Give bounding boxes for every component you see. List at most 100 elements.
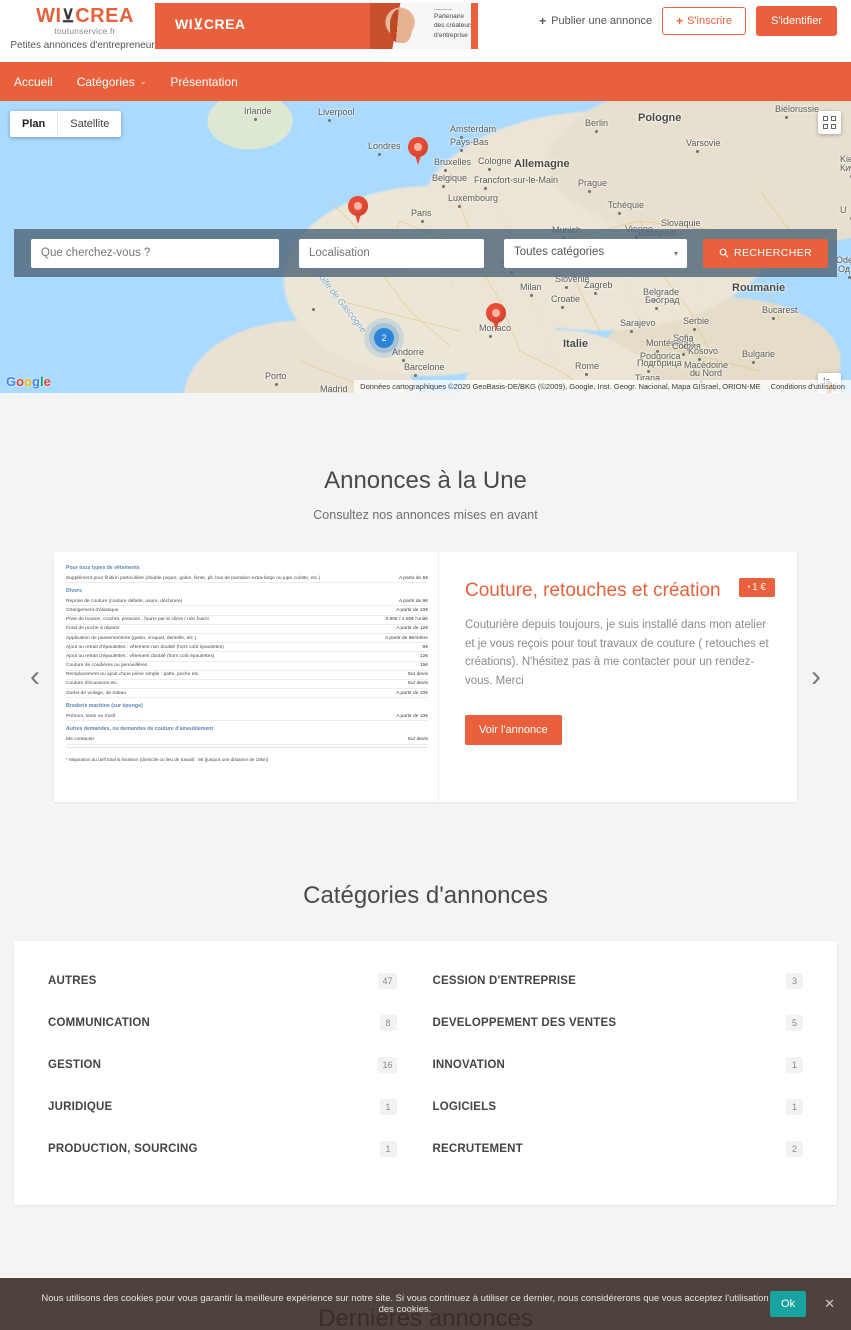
category-count-badge: 3 (786, 973, 803, 989)
map-type-plan[interactable]: Plan (10, 111, 59, 137)
attribution-text: Données cartographiques ©2020 GeoBasis-D… (360, 382, 761, 391)
banner-rule (434, 9, 452, 10)
category-select[interactable]: Toutes catégories ▾ (504, 238, 687, 268)
nav-item-categories[interactable]: Catégories ⌄ (77, 75, 147, 89)
category-row[interactable]: DEVELOPPEMENT DES VENTES 5 (433, 1009, 803, 1037)
category-name[interactable]: LOGICIELS (433, 1101, 497, 1113)
search-input[interactable] (31, 238, 279, 268)
category-row[interactable]: COMMUNICATION 8 (48, 1009, 419, 1037)
ad-title[interactable]: Couture, retouches et création (465, 580, 771, 602)
category-name[interactable]: DEVELOPPEMENT DES VENTES (433, 1017, 617, 1029)
category-count-badge: 8 (379, 1015, 397, 1031)
category-row[interactable]: PRODUCTION, SOURCING 1 (48, 1135, 419, 1163)
map-city-dot (565, 286, 568, 289)
map-marker-pin[interactable] (348, 196, 368, 224)
map-label: U (840, 205, 847, 215)
terms-of-use-link[interactable]: Conditions d'utilisation (771, 382, 845, 391)
map-city-dot (254, 118, 257, 121)
map-label: Francfort-sur-le-Main (474, 175, 559, 185)
category-name[interactable]: GESTION (48, 1059, 101, 1071)
banner-chevron-shape (295, 3, 355, 49)
category-row[interactable]: INNOVATION 1 (433, 1051, 803, 1079)
publish-ad-link[interactable]: + Publier une annonce (539, 15, 652, 27)
banner-wordmark: WI⊻CREA (175, 16, 246, 33)
doc-row: Couture d'écussons etc. Sur devis (66, 680, 428, 690)
map-label: Berlin (585, 118, 609, 128)
category-row[interactable]: AUTRES 47 (48, 967, 419, 995)
doc-rows-list: Reprise de couture (couture défaite, usu… (66, 597, 428, 699)
map-city-dot (682, 353, 685, 356)
signup-label: S'inscrire (687, 15, 732, 27)
nav-item-accueil[interactable]: Accueil (14, 75, 53, 89)
map-type-switcher[interactable]: Plan Satellite (10, 111, 122, 137)
main-navigation: Accueil Catégories ⌄ Présentation (0, 62, 851, 101)
doc-row-label: Fond de poche à réparer (66, 626, 120, 632)
close-icon[interactable]: ✕ (824, 1296, 835, 1312)
login-button[interactable]: S'identifier (755, 6, 837, 36)
site-header: WI⊻CREA toutunservice.fr Petites annonce… (0, 0, 851, 62)
map-label: Kosovo (688, 346, 719, 356)
category-count-badge: 47 (378, 973, 397, 989)
category-row[interactable]: GESTION 16 (48, 1051, 419, 1079)
doc-row-price: Sur devis (407, 737, 428, 743)
carousel-prev-icon[interactable]: ‹ (30, 662, 40, 692)
plus-icon: + (539, 14, 547, 28)
doc-footnote: * Majoration du tarif total si livraison… (66, 756, 269, 762)
ad-document-image: Pour tous types de vêtements Supplément … (54, 552, 439, 802)
doc-row-label: Ajout ou retrait d'épaulettes : vêtement… (66, 653, 215, 659)
map-city-dot (275, 383, 278, 386)
category-row[interactable]: LOGICIELS 1 (433, 1093, 803, 1121)
carousel-next-icon[interactable]: › (811, 662, 821, 692)
map-label: Irlande (244, 106, 272, 116)
map-label: Ки (840, 163, 851, 173)
doc-row: Me contacter Sur devis (66, 735, 428, 745)
fullscreen-icon[interactable] (818, 111, 841, 134)
doc-row-label: Couture de coudières ou genouillères (66, 663, 148, 669)
logo-subtitle: toutunservice.fr (54, 26, 116, 36)
map-label: Београд (645, 295, 680, 305)
nav-label: Catégories (76, 74, 135, 89)
signup-button[interactable]: + S'inscrire (662, 7, 746, 35)
category-name[interactable]: PRODUCTION, SOURCING (48, 1143, 198, 1155)
featured-title: Annonces à la Une (324, 467, 527, 494)
doc-row-label: Ourlet de voilage, de rideau (66, 690, 127, 696)
search-button[interactable]: RECHERCHER (703, 238, 829, 268)
category-name[interactable]: RECRUTEMENT (433, 1143, 523, 1155)
map-label: Porto (265, 371, 287, 381)
cookie-consent-bar: Nous utilisons des cookies pour vous gar… (0, 1278, 851, 1330)
category-row[interactable]: CESSION D'ENTREPRISE 3 (433, 967, 803, 995)
location-input[interactable] (299, 238, 484, 268)
doc-row-price: 0.80€ / 1.50€ l'unité (385, 617, 428, 623)
doc-row-price: A partir de 12€ (396, 626, 428, 632)
doc-row: Application de passementerie (galon, cro… (66, 634, 428, 644)
map-label: Barcelone (404, 362, 445, 372)
map-city-dot (484, 187, 487, 190)
map-hero[interactable]: Plan Satellite 🧍 + − IrlandeLiverpoolAms… (0, 101, 851, 393)
site-logo[interactable]: WI⊻CREA toutunservice.fr Petites annonce… (0, 0, 170, 52)
map-label: Varsovie (686, 138, 721, 148)
doc-row: Remplacement ou ajout d'une pièce simple… (66, 671, 428, 680)
map-marker-pin[interactable] (408, 137, 428, 165)
category-row[interactable]: RECRUTEMENT 2 (433, 1135, 803, 1163)
category-name[interactable]: CESSION D'ENTREPRISE (433, 975, 576, 987)
nav-label: Accueil (14, 74, 53, 89)
map-label: Biélorussie (775, 104, 820, 114)
category-name[interactable]: AUTRES (48, 975, 96, 987)
map-city-dot (414, 374, 417, 377)
price-badge: • 1 € (738, 578, 775, 597)
cookie-accept-button[interactable]: Ok (770, 1291, 807, 1317)
doc-row: Ourlet de voilage, de rideau A partir de … (66, 689, 428, 699)
category-name[interactable]: COMMUNICATION (48, 1017, 150, 1029)
map-marker-cluster[interactable]: 2 (374, 328, 394, 348)
map-label: Luxembourg (448, 193, 499, 203)
doc-row-label: Changement d'élastique (66, 607, 119, 613)
partner-banner-ad[interactable]: WI⊻CREA Partenaire des créateurs d'entre… (155, 3, 480, 49)
view-ad-button[interactable]: Voir l'annonce (465, 714, 562, 745)
category-name[interactable]: INNOVATION (433, 1059, 506, 1071)
nav-item-presentation[interactable]: Présentation (170, 75, 237, 89)
map-type-satellite[interactable]: Satellite (58, 111, 121, 137)
carousel-slide[interactable]: Pour tous types de vêtements Supplément … (54, 552, 797, 802)
category-name[interactable]: JURIDIQUE (48, 1101, 112, 1113)
category-row[interactable]: JURIDIQUE 1 (48, 1093, 419, 1121)
map-marker-pin[interactable] (486, 303, 506, 331)
